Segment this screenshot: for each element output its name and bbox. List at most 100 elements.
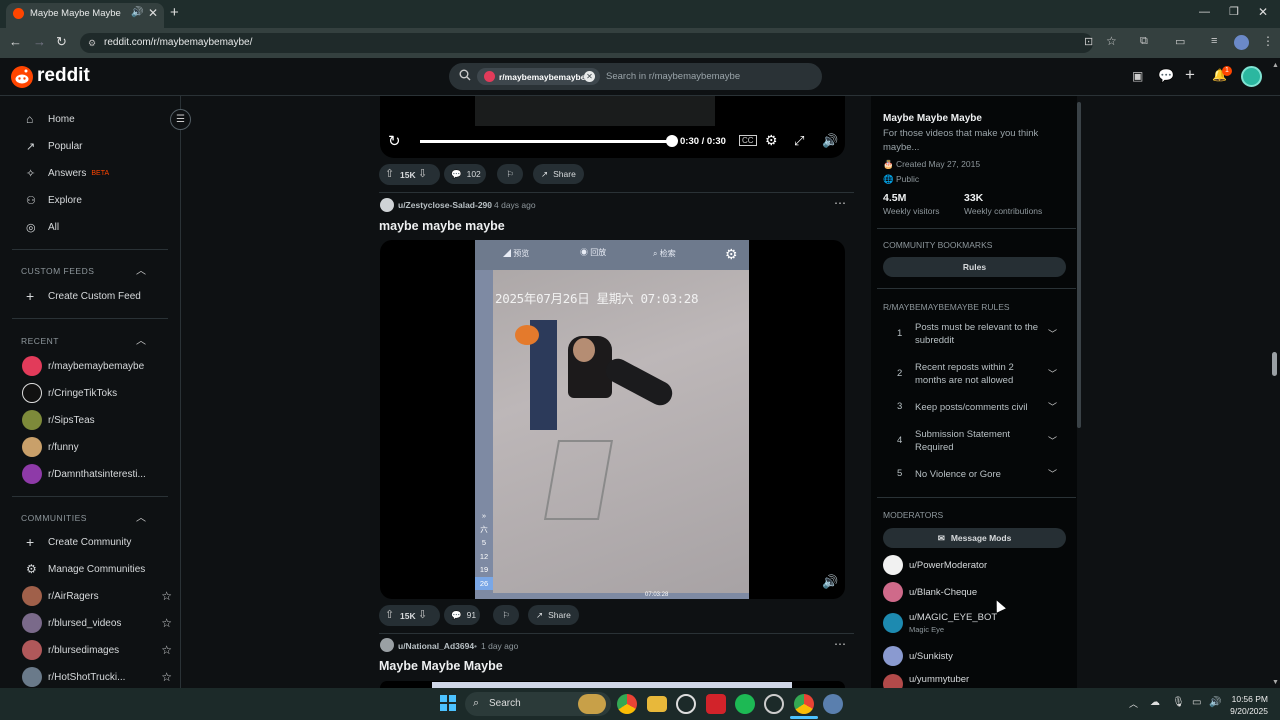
reddit-wordmark[interactable]: reddit (37, 65, 90, 87)
volume-icon[interactable]: 🔊 (822, 574, 838, 590)
author-avatar[interactable] (380, 638, 394, 652)
forward-icon[interactable]: → (33, 34, 46, 49)
user-avatar[interactable] (1241, 66, 1262, 87)
chevron-up-icon[interactable]: ︿ (136, 332, 146, 347)
award-button[interactable]: ⚐ (493, 605, 519, 625)
chevron-down-icon[interactable]: ﹀ (1048, 367, 1057, 380)
upvote-icon[interactable]: ⇧ (385, 167, 394, 180)
office-icon[interactable] (706, 694, 726, 714)
tray-chevron-icon[interactable]: ︿ (1129, 697, 1138, 710)
profile-avatar[interactable] (1234, 35, 1249, 50)
video-scrubber-handle[interactable] (666, 135, 678, 147)
spotify-icon[interactable] (735, 694, 755, 714)
more-options-icon[interactable]: ⋯ (834, 196, 846, 210)
settings-gear-icon[interactable]: ⚙ (765, 132, 778, 149)
post-title[interactable]: maybe maybe maybe (379, 219, 505, 233)
more-options-icon[interactable]: ⋯ (834, 637, 846, 651)
chevron-down-icon[interactable]: ﹀ (1048, 467, 1057, 480)
recent-item[interactable]: r/maybemaybemaybe (22, 353, 172, 379)
nav-popular[interactable]: ↗ Popular (26, 133, 176, 159)
clock[interactable]: 10:56 PM 9/20/2025 (1224, 693, 1268, 717)
chrome-icon[interactable] (617, 694, 637, 714)
community-item[interactable]: r/blursed_videos ☆ (22, 610, 172, 636)
fullscreen-icon[interactable]: ⤢ (794, 133, 804, 149)
award-button[interactable]: ⚐ (497, 164, 523, 184)
nav-home[interactable]: ⌂ Home (26, 106, 176, 132)
moderator-row[interactable]: u/yummytuber (883, 674, 969, 688)
create-custom-feed[interactable]: + Create Custom Feed (26, 283, 141, 309)
window-close-icon[interactable]: ✕ (1258, 5, 1268, 19)
restore-icon[interactable]: ❐ (1229, 5, 1239, 18)
favorite-star-icon[interactable]: ☆ (161, 616, 172, 630)
steam-icon[interactable] (764, 694, 784, 714)
bookmark-star-icon[interactable]: ☆ (1106, 34, 1117, 48)
rules-button[interactable]: Rules (883, 257, 1066, 277)
favorite-star-icon[interactable]: ☆ (161, 643, 172, 657)
tab-audio-icon[interactable]: 🔊 (131, 7, 143, 18)
extensions-icon[interactable]: ⧉ (1140, 35, 1148, 48)
minimize-icon[interactable]: — (1199, 6, 1210, 18)
advertise-icon[interactable]: ▣ (1132, 69, 1143, 83)
url-text[interactable]: reddit.com/r/maybemaybemaybe/ (104, 37, 252, 48)
chevron-down-icon[interactable]: ﹀ (1048, 434, 1057, 447)
captions-icon[interactable]: CC (739, 135, 757, 146)
moderator-row[interactable]: u/Blank-Cheque (883, 579, 977, 605)
back-icon[interactable]: ← (9, 34, 22, 49)
microphone-icon[interactable]: 🎙 (1172, 697, 1185, 708)
settings-app-icon[interactable] (823, 694, 843, 714)
recent-item[interactable]: r/SipsTeas (22, 407, 172, 433)
share-button[interactable]: ↗ Share (533, 164, 584, 184)
post-title[interactable]: Maybe Maybe Maybe (379, 659, 503, 673)
post-author[interactable]: u/National_Ad3694 (398, 641, 474, 651)
media-controls-icon[interactable]: ≡ (1211, 35, 1217, 47)
volume-icon[interactable]: 🔊 (822, 133, 838, 149)
moderator-row[interactable]: u/MAGIC_EYE_BOT Magic Eye (883, 609, 997, 637)
chevron-up-icon[interactable]: ︿ (136, 262, 146, 277)
file-explorer-icon[interactable] (647, 696, 667, 712)
recent-item[interactable]: r/CringeTikToks (22, 380, 172, 406)
page-scrollbar-thumb[interactable] (1272, 352, 1277, 376)
site-info-icon[interactable]: ⚙ (88, 38, 96, 49)
replay-icon[interactable]: ↻ (388, 132, 401, 150)
moderator-row[interactable]: u/PowerModerator (883, 552, 987, 578)
comments-button[interactable]: 💬 102 (444, 164, 486, 184)
windows-start-icon[interactable] (440, 695, 456, 711)
chip-remove-icon[interactable]: ✕ (584, 71, 595, 82)
create-post-icon[interactable]: + (1185, 65, 1195, 85)
message-mods-button[interactable]: ✉ Message Mods (883, 528, 1066, 548)
upvote-icon[interactable]: ⇧ (385, 608, 394, 621)
tab-close-icon[interactable]: ✕ (148, 6, 158, 20)
manage-communities[interactable]: ⚙ Manage Communities (26, 556, 145, 582)
community-item[interactable]: r/AirRagers ☆ (22, 583, 172, 609)
page-scroll-down-icon[interactable]: ▼ (1272, 679, 1279, 686)
recent-item[interactable]: r/funny (22, 434, 172, 460)
nav-answers[interactable]: ✧ Answers BETA (26, 160, 176, 186)
community-item[interactable]: r/blursedimages ☆ (22, 637, 172, 663)
share-button[interactable]: ↗ Share (528, 605, 579, 625)
chat-icon[interactable]: 💬 (1158, 68, 1174, 84)
chrome-active-icon[interactable] (794, 694, 814, 714)
recent-item[interactable]: r/Damnthatsinteresti... (22, 461, 172, 487)
new-tab-icon[interactable]: + (170, 4, 179, 21)
install-app-icon[interactable]: ⊡ (1084, 35, 1093, 48)
reddit-logo-icon[interactable] (11, 66, 33, 88)
volume-tray-icon[interactable]: 🔊 (1209, 697, 1221, 708)
downvote-icon[interactable]: ⇩ (418, 608, 427, 621)
page-scroll-up-icon[interactable]: ▲ (1272, 62, 1279, 69)
comments-button[interactable]: 💬 91 (444, 605, 480, 625)
onedrive-icon[interactable]: ☁ (1150, 697, 1160, 708)
chevron-down-icon[interactable]: ﹀ (1048, 327, 1057, 340)
create-community[interactable]: + Create Community (26, 529, 131, 555)
browser-menu-icon[interactable]: ⋮ (1262, 34, 1274, 48)
reload-icon[interactable]: ↻ (56, 34, 67, 50)
post-author[interactable]: u/Zestyclose-Salad-290 (398, 200, 492, 210)
sidebar-scrollbar[interactable] (1077, 102, 1081, 428)
moderator-row[interactable]: u/Sunkisty (883, 643, 953, 669)
nav-explore[interactable]: ⚇ Explore (26, 187, 176, 213)
downvote-icon[interactable]: ⇩ (418, 167, 427, 180)
chatgpt-icon[interactable] (676, 694, 696, 714)
sidepanel-icon[interactable]: ▭ (1175, 35, 1185, 48)
display-icon[interactable]: ▭ (1192, 697, 1201, 708)
search-input[interactable]: Search in r/maybemaybemaybe (606, 71, 740, 82)
community-item[interactable]: r/HotShotTrucki... ☆ (22, 664, 172, 690)
